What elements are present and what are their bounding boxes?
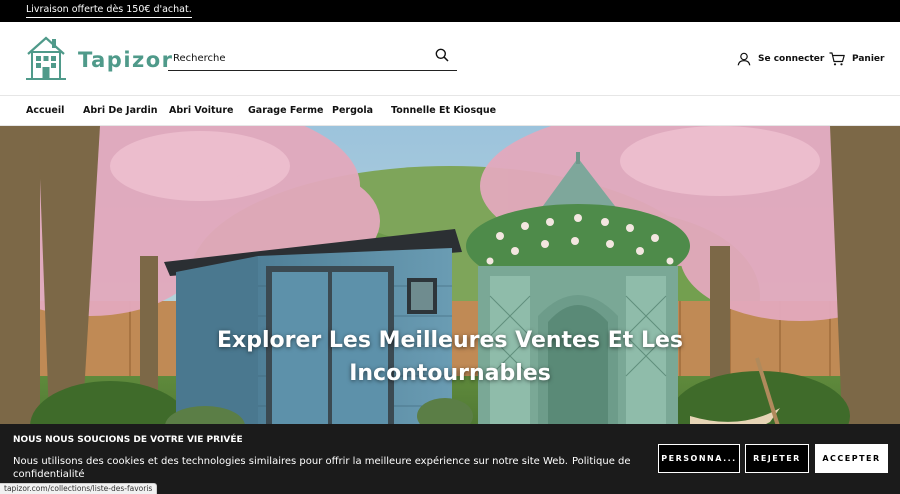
hero-title: Explorer Les Meilleures Ventes Et Les In… [217, 328, 683, 386]
announcement-text[interactable]: Livraison offerte dès 150€ d'achat. [26, 4, 192, 18]
cart-label: Panier [852, 54, 885, 64]
login-link[interactable]: Se connecter [737, 51, 824, 67]
main-nav: Accueil Abri De Jardin Abri Voiture Gara… [0, 96, 900, 126]
customize-cookies-button[interactable]: PERSONNA... [658, 444, 740, 473]
nav-item-abri-de-jardin[interactable]: Abri De Jardin [83, 105, 158, 116]
reject-cookies-button[interactable]: REJETER [745, 444, 809, 473]
announcement-bar: Livraison offerte dès 150€ d'achat. [0, 0, 900, 22]
site-header: Tapizor Se connecter [0, 22, 900, 96]
cart-link[interactable]: Panier [829, 51, 884, 67]
status-bar-url: tapizor.com/collections/liste-des-favori… [0, 483, 158, 494]
nav-item-garage-ferme[interactable]: Garage Ferme [248, 105, 323, 116]
search-icon [435, 48, 449, 62]
nav-item-pergola[interactable]: Pergola [332, 105, 373, 116]
user-icon [737, 52, 751, 66]
login-label: Se connecter [758, 54, 825, 64]
logo-text: Tapizor [78, 48, 174, 72]
nav-item-abri-voiture[interactable]: Abri Voiture [169, 105, 233, 116]
search-input[interactable] [173, 48, 423, 68]
cookie-title: NOUS NOUS SOUCIONS DE VOTRE VIE PRIVÉE [13, 435, 243, 445]
site-logo[interactable]: Tapizor [26, 32, 172, 84]
search-bar [168, 44, 457, 71]
nav-item-accueil[interactable]: Accueil [26, 105, 64, 116]
nav-item-tonnelle-et-kiosque[interactable]: Tonnelle Et Kiosque [391, 105, 496, 116]
house-logo-icon [26, 36, 66, 80]
page: Livraison offerte dès 150€ d'achat. Tapi… [0, 0, 900, 494]
accept-cookies-button[interactable]: ACCEPTER [815, 444, 888, 473]
cart-icon [829, 52, 845, 66]
search-button[interactable] [433, 47, 451, 65]
cookie-message: Nous utilisons des cookies et des techno… [13, 455, 633, 481]
cookie-text: Nous utilisons des cookies et des techno… [13, 456, 568, 467]
